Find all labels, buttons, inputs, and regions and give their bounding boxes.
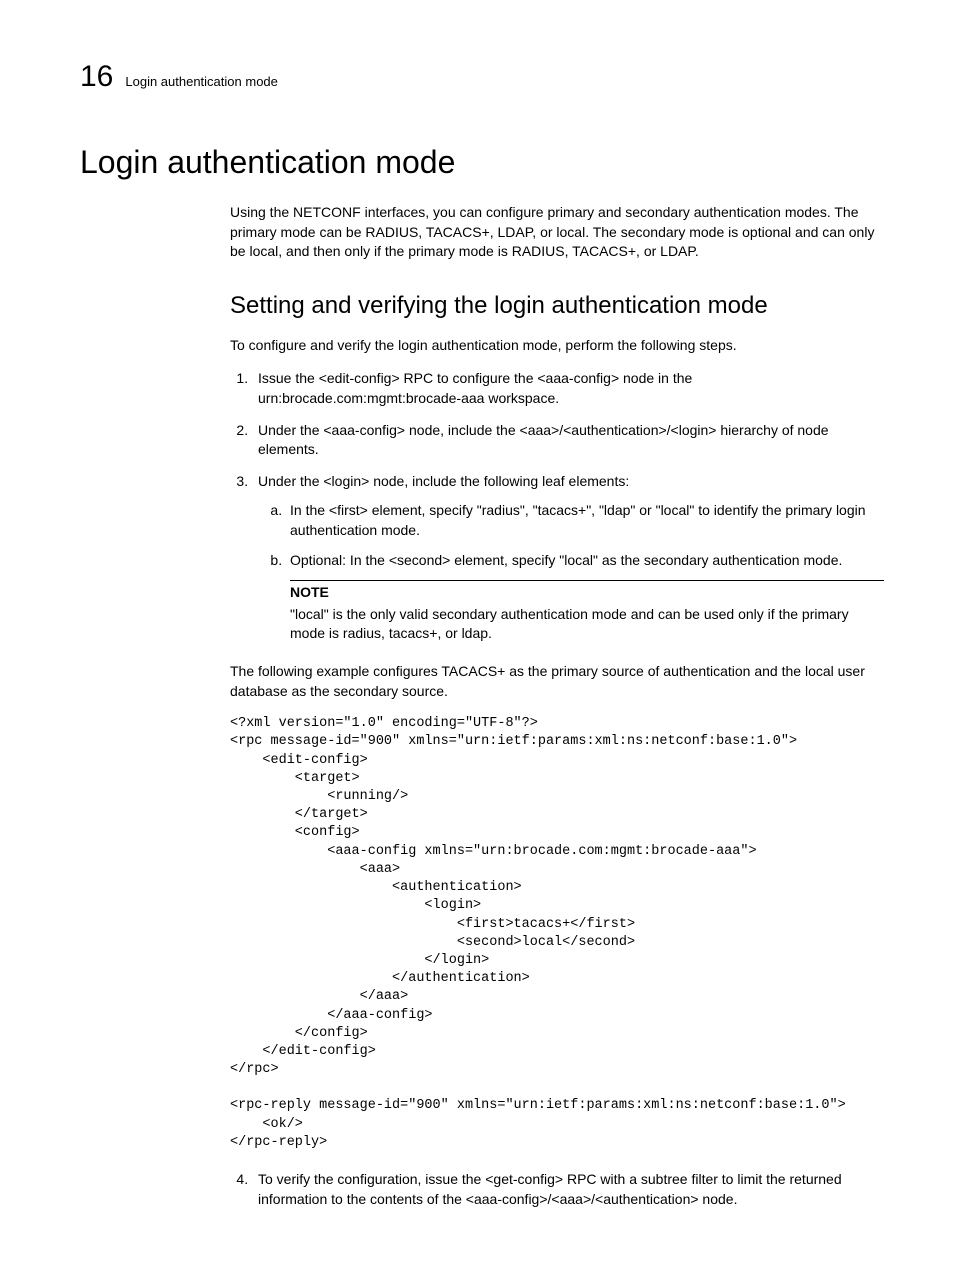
body-column: Using the NETCONF interfaces, you can co… <box>230 203 884 1209</box>
step-3-text: Under the <login> node, include the foll… <box>258 473 629 489</box>
steps-list-continued: To verify the configuration, issue the <… <box>230 1170 884 1209</box>
step-4: To verify the configuration, issue the <… <box>252 1170 884 1209</box>
step-3-sublist: In the <first> element, specify "radius"… <box>258 501 884 570</box>
step-2: Under the <aaa-config> node, include the… <box>252 421 884 460</box>
step-3: Under the <login> node, include the foll… <box>252 472 884 644</box>
chapter-number: 16 <box>80 60 113 94</box>
page: 16 Login authentication mode Login authe… <box>0 0 954 1281</box>
note-text: "local" is the only valid secondary auth… <box>290 605 884 644</box>
note-rule <box>290 580 884 581</box>
step-1: Issue the <edit-config> RPC to configure… <box>252 369 884 408</box>
lead-paragraph: To configure and verify the login authen… <box>230 336 884 356</box>
page-title: Login authentication mode <box>80 144 884 181</box>
section-subhead: Setting and verifying the login authenti… <box>230 292 884 320</box>
steps-list: Issue the <edit-config> RPC to configure… <box>230 369 884 644</box>
page-header: 16 Login authentication mode <box>80 60 884 94</box>
running-title: Login authentication mode <box>125 74 278 89</box>
code-block-request: <?xml version="1.0" encoding="UTF-8"?> <… <box>230 715 884 1079</box>
step-3b: Optional: In the <second> element, speci… <box>286 551 884 571</box>
example-lead: The following example configures TACACS+… <box>230 662 884 701</box>
code-block-reply: <rpc-reply message-id="900" xmlns="urn:i… <box>230 1097 884 1152</box>
intro-paragraph: Using the NETCONF interfaces, you can co… <box>230 203 884 262</box>
step-3a: In the <first> element, specify "radius"… <box>286 501 884 540</box>
note-label: NOTE <box>290 583 884 603</box>
note-block: NOTE "local" is the only valid secondary… <box>290 580 884 644</box>
